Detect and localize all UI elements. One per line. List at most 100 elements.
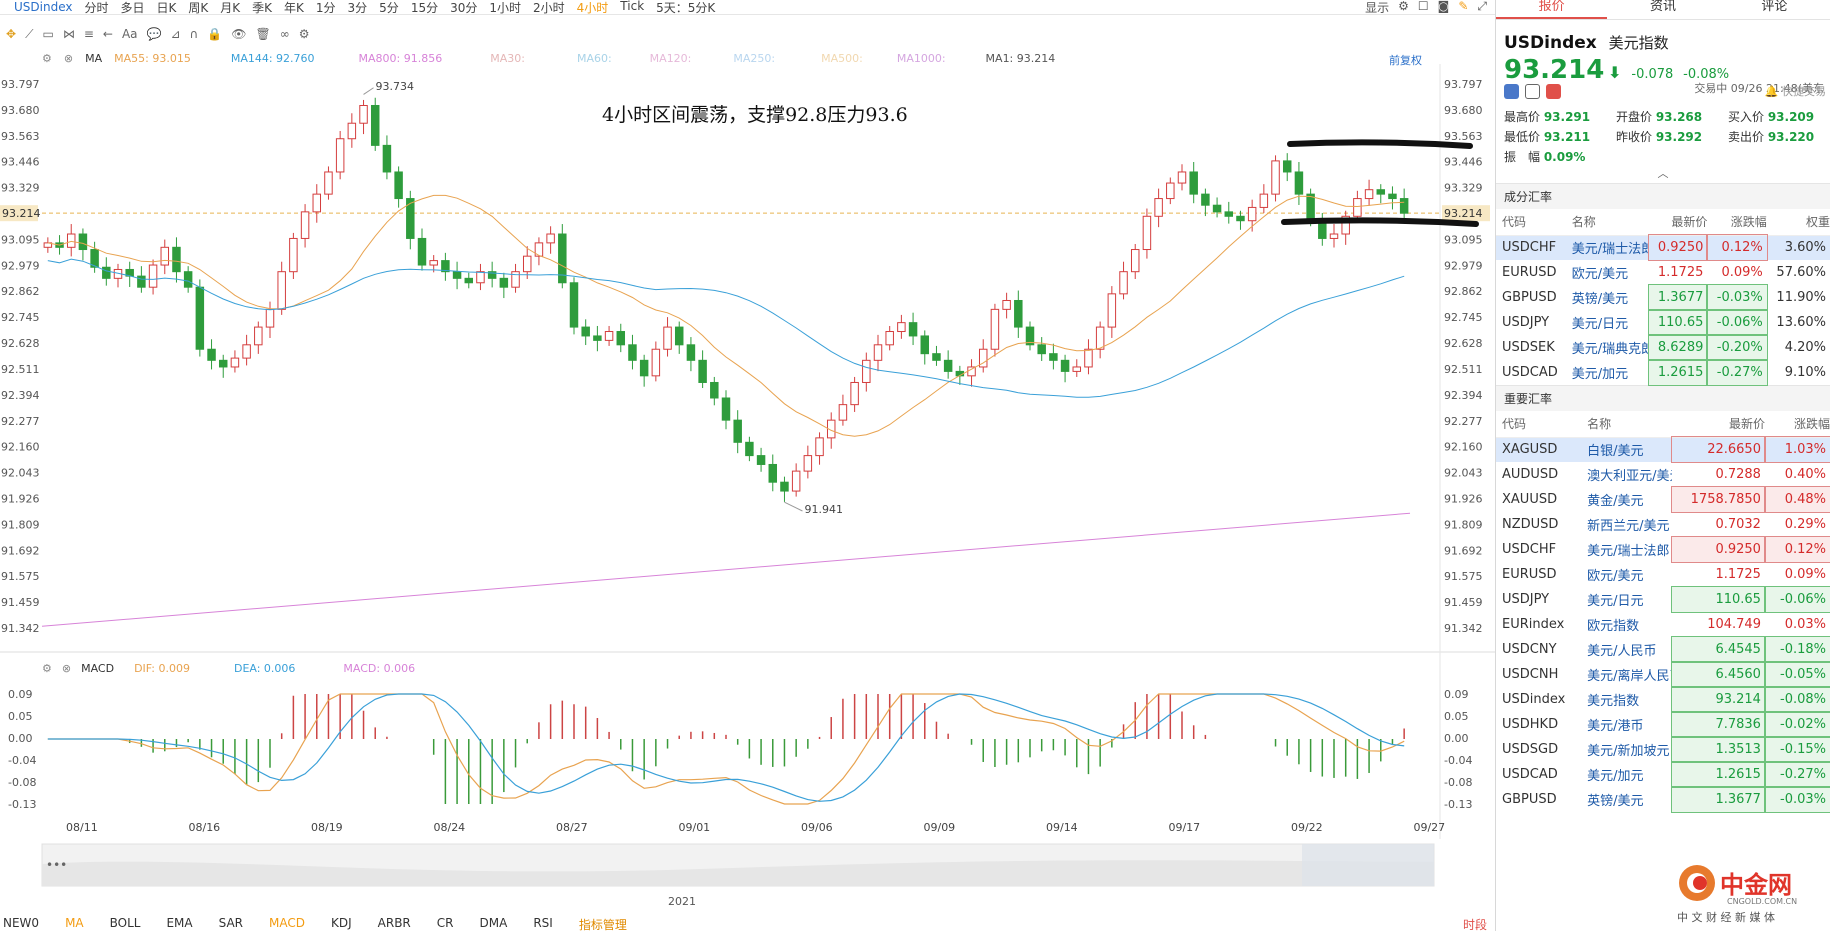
column-header[interactable]: 名称 xyxy=(1565,209,1649,236)
timeframe-12[interactable]: 1小时 xyxy=(483,0,527,16)
checkbox-icon[interactable]: ☐ xyxy=(1418,0,1429,16)
table-row[interactable]: GBPUSD 英镑/美元 1.3677 -0.03% 11.90% xyxy=(1496,284,1830,311)
indicator-tab-10[interactable]: RSI xyxy=(533,916,553,931)
timeframe-8[interactable]: 3分 xyxy=(342,0,374,16)
table-row[interactable]: EURUSD 欧元/美元 1.1725 0.09% xyxy=(1496,562,1830,587)
close-icon[interactable]: ⊗ xyxy=(62,662,71,675)
link-icon[interactable]: ∞ xyxy=(280,27,290,41)
trash-icon[interactable]: 🗑 xyxy=(256,27,271,41)
timeframe-13[interactable]: 2小时 xyxy=(527,0,571,16)
kline-chart[interactable]: 93.797 93.797 93.680 93.680 93.563 93.563 93.4… xyxy=(0,44,1495,916)
table-row[interactable]: USDCNY 美元/人民币 6.4545 -0.18% xyxy=(1496,636,1830,663)
comment-tool-icon[interactable]: 💬 xyxy=(147,27,162,41)
table-row[interactable]: USDCHF 美元/瑞士法郎 0.9250 0.12% 3.60% xyxy=(1496,234,1830,261)
tab-comments[interactable]: 评论 xyxy=(1719,0,1830,19)
settings-icon[interactable]: ⚙ xyxy=(42,52,52,65)
pencil-icon[interactable]: ✎ xyxy=(1458,0,1468,16)
fullscreen-icon[interactable]: ⤢ xyxy=(1477,0,1487,16)
indicator-tab-3[interactable]: EMA xyxy=(166,916,192,931)
timeframe-6[interactable]: 年K xyxy=(278,0,310,16)
settings-icon[interactable]: ⚙ xyxy=(42,662,52,675)
column-header[interactable]: 涨跌幅 xyxy=(1707,209,1767,236)
indicator-tab-5[interactable]: MACD xyxy=(269,916,305,931)
candle-body xyxy=(1329,233,1339,239)
rect-tool-icon[interactable]: ▭ xyxy=(42,27,53,41)
chart-area[interactable]: 93.797 93.797 93.680 93.680 93.563 93.563 93.4… xyxy=(0,44,1495,924)
table-row[interactable]: XAUUSD 黄金/美元 1758.7850 0.48% xyxy=(1496,486,1830,513)
eye-icon[interactable]: 👁 xyxy=(231,27,246,41)
timeframe-9[interactable]: 5分 xyxy=(373,0,405,16)
column-header[interactable]: 最新价 xyxy=(1671,411,1765,438)
chart-icon[interactable] xyxy=(1525,83,1540,99)
timeframe-1[interactable]: 多日 xyxy=(115,0,151,16)
table-row[interactable]: USDSEK 美元/瑞典克朗 8.6289 -0.20% 4.20% xyxy=(1496,334,1830,361)
column-header[interactable]: 代码 xyxy=(1496,411,1582,438)
settings-icon[interactable]: ⚙ xyxy=(299,27,310,41)
indicator-tab-11[interactable]: 指标管理 xyxy=(579,916,627,931)
crosshair-icon[interactable]: ✥ xyxy=(6,27,16,41)
table-row[interactable]: NZDUSD 新西兰元/美元 0.7032 0.29% xyxy=(1496,512,1830,537)
table-row[interactable]: XAGUSD 白银/美元 22.6650 1.03% xyxy=(1496,436,1830,463)
timeframe-3[interactable]: 周K xyxy=(182,0,214,16)
collapse-caret-icon[interactable]: ︿ xyxy=(1496,165,1830,183)
camera-icon[interactable]: ◙ xyxy=(1438,0,1450,16)
table-row[interactable]: GBPUSD 英镑/美元 1.3677 -0.03% xyxy=(1496,786,1830,813)
ruler-icon[interactable]: ⊿ xyxy=(170,27,180,41)
symbol-label[interactable]: USDindex xyxy=(0,0,78,14)
timeframe-2[interactable]: 日K xyxy=(151,0,183,16)
indicator-tab-7[interactable]: ARBR xyxy=(378,916,411,931)
column-header[interactable]: 最新价 xyxy=(1648,209,1708,236)
line-tool-icon[interactable]: ⟋ xyxy=(25,27,33,42)
gear-icon[interactable]: ⚙ xyxy=(1398,0,1409,16)
indicator-tab-0[interactable]: NEW0 xyxy=(3,916,39,931)
indicator-tab-6[interactable]: KDJ xyxy=(331,916,352,931)
magnet-icon[interactable]: ∩ xyxy=(190,27,199,41)
table-row[interactable]: USDCAD 美元/加元 1.2615 -0.27% 9.10% xyxy=(1496,359,1830,386)
heart-icon[interactable] xyxy=(1546,83,1561,99)
macd-label[interactable]: MACD xyxy=(81,662,114,675)
indicator-tab-8[interactable]: CR xyxy=(437,916,454,931)
timeframe-10[interactable]: 15分 xyxy=(405,0,444,16)
channel-tool-icon[interactable]: ≡ xyxy=(84,27,94,41)
table-row[interactable]: USDSGD 美元/新加坡元 1.3513 -0.15% xyxy=(1496,736,1830,763)
globe-icon[interactable] xyxy=(1504,83,1519,99)
table-row[interactable]: USDCNH 美元/离岸人民币6.4560-0.05% xyxy=(1496,661,1830,688)
close-icon[interactable]: ⊗ xyxy=(64,52,73,65)
table-row[interactable]: USDCAD 美元/加元 1.2615 -0.27% xyxy=(1496,761,1830,788)
indicator-tab-1[interactable]: MA xyxy=(65,916,84,931)
table-row[interactable]: AUDUSD 澳大利亚元/美元 0.7288 0.40% xyxy=(1496,462,1830,487)
ma-label[interactable]: MA xyxy=(85,52,102,65)
column-header[interactable]: 名称 xyxy=(1581,411,1672,438)
indicator-tab-2[interactable]: BOLL xyxy=(110,916,141,931)
display-menu[interactable]: 显示 xyxy=(1365,0,1389,16)
table-row[interactable]: USDJPY 美元/日元 110.65 -0.06% 13.60% xyxy=(1496,309,1830,336)
table-row[interactable]: USDJPY 美元/日元 110.65 -0.06% xyxy=(1496,586,1830,613)
table-row[interactable]: USDindex 美元指数 93.214 -0.08% xyxy=(1496,686,1830,713)
timeframe-0[interactable]: 分时 xyxy=(78,0,114,16)
table-row[interactable]: USDHKD 美元/港币 7.7836 -0.02% xyxy=(1496,711,1830,738)
fib-tool-icon[interactable]: ⋈ xyxy=(63,27,75,41)
indicator-tab-12[interactable]: 时段 xyxy=(1463,916,1487,931)
arrow-left-icon[interactable]: ← xyxy=(103,27,113,41)
timeframe-16[interactable]: 5天：5分K xyxy=(650,0,721,16)
timeframe-5[interactable]: 季K xyxy=(246,0,278,16)
text-tool-icon[interactable]: Aa xyxy=(122,27,138,41)
timeframe-4[interactable]: 月K xyxy=(214,0,246,16)
table-row[interactable]: EURUSD 欧元/美元 1.1725 0.09% 57.60% xyxy=(1496,260,1830,285)
back-adjust-button[interactable]: 前复权 xyxy=(1389,52,1422,68)
timeframe-11[interactable]: 30分 xyxy=(444,0,483,16)
quick-trade[interactable]: 🔔 快捷交易 xyxy=(1765,83,1826,99)
table-row[interactable]: EURindex 欧元指数 104.749 0.03% xyxy=(1496,612,1830,637)
column-header[interactable]: 涨跌幅 xyxy=(1764,411,1830,438)
timeframe-7[interactable]: 1分 xyxy=(310,0,342,16)
tab-quote[interactable]: 报价 xyxy=(1496,0,1608,19)
lock-icon[interactable]: 🔒 xyxy=(207,27,222,41)
indicator-tab-4[interactable]: SAR xyxy=(219,916,243,931)
column-header[interactable]: 代码 xyxy=(1496,209,1566,236)
timeframe-14[interactable]: 4小时 xyxy=(571,0,615,16)
timeframe-15[interactable]: Tick xyxy=(614,0,650,16)
indicator-tab-9[interactable]: DMA xyxy=(480,916,508,931)
tab-news[interactable]: 资讯 xyxy=(1607,0,1718,19)
column-header[interactable]: 权重 xyxy=(1766,209,1830,236)
table-row[interactable]: USDCHF 美元/瑞士法郎 0.9250 0.12% xyxy=(1496,536,1830,563)
